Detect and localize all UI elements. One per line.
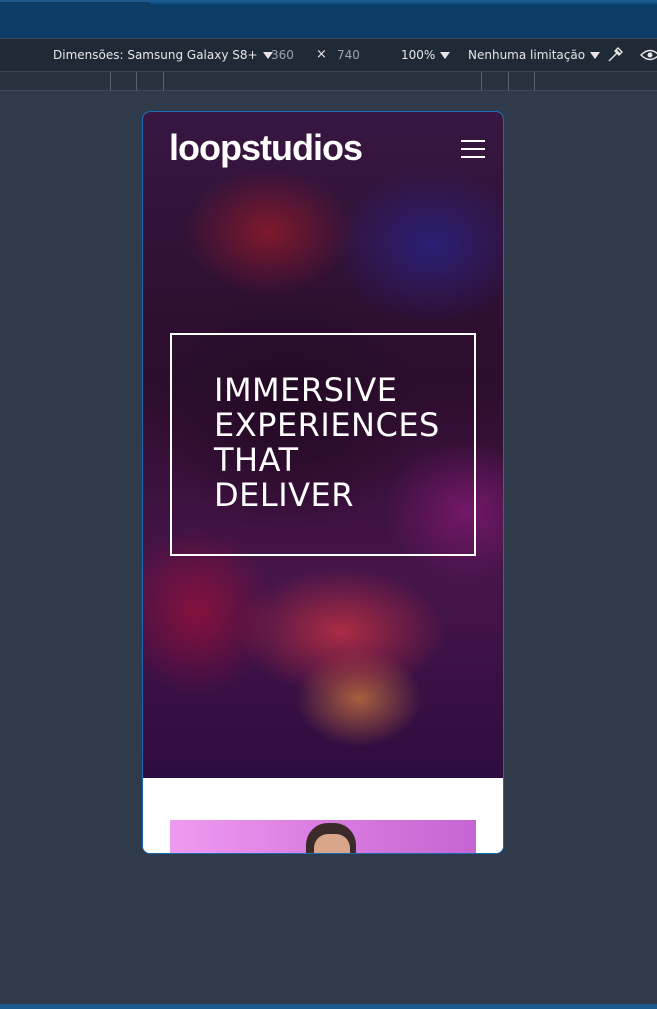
media-query-ruler (0, 72, 657, 91)
content-section (143, 778, 503, 853)
throttling-select[interactable]: Nenhuma limitação (468, 48, 601, 62)
zoom-select[interactable]: 100% (401, 48, 451, 62)
hamburger-menu-icon[interactable] (461, 140, 485, 158)
hero-section: loopstudios IMMERSIVE EXPERIENCES THAT D… (143, 112, 503, 778)
device-dimensions-select[interactable]: Dimensões: Samsung Galaxy S8+ (53, 48, 273, 62)
hero-title-line: THAT (214, 441, 299, 479)
active-tab-indicator (150, 2, 657, 4)
hero-title-line: IMMERSIVE (214, 371, 398, 409)
device-viewport: loopstudios IMMERSIVE EXPERIENCES THAT D… (142, 111, 504, 854)
browser-top-bar (0, 0, 657, 38)
device-toolbar: Dimensões: Samsung Galaxy S8+ 360 × 740 … (0, 38, 657, 72)
eye-icon[interactable] (640, 47, 657, 63)
width-input[interactable]: 360 (271, 48, 294, 62)
vr-photo (170, 820, 476, 853)
height-input[interactable]: 740 (337, 48, 360, 62)
bottom-strip (0, 1004, 657, 1009)
hero-title-line: EXPERIENCES (214, 406, 440, 444)
ruler-tick (136, 72, 137, 91)
ruler-tick (508, 72, 509, 91)
hero-title-line: DELIVER (214, 476, 354, 514)
device-dimensions-label: Dimensões: Samsung Galaxy S8+ (53, 48, 258, 62)
logo[interactable]: loopstudios (169, 130, 363, 166)
ruler-tick (481, 72, 482, 91)
ruler-tick (110, 72, 111, 91)
hero-title: IMMERSIVE EXPERIENCES THAT DELIVER (214, 373, 474, 513)
chevron-down-icon (590, 51, 601, 59)
zoom-value: 100% (401, 48, 436, 62)
ruler-tick (534, 72, 535, 91)
ruler-tick (163, 72, 164, 91)
chevron-down-icon (440, 51, 451, 59)
hero-title-box: IMMERSIVE EXPERIENCES THAT DELIVER (170, 333, 476, 556)
throttling-value: Nenhuma limitação (468, 48, 586, 62)
person-face (314, 834, 350, 853)
dimension-separator: × (316, 47, 327, 62)
eyedropper-icon[interactable] (606, 46, 624, 64)
